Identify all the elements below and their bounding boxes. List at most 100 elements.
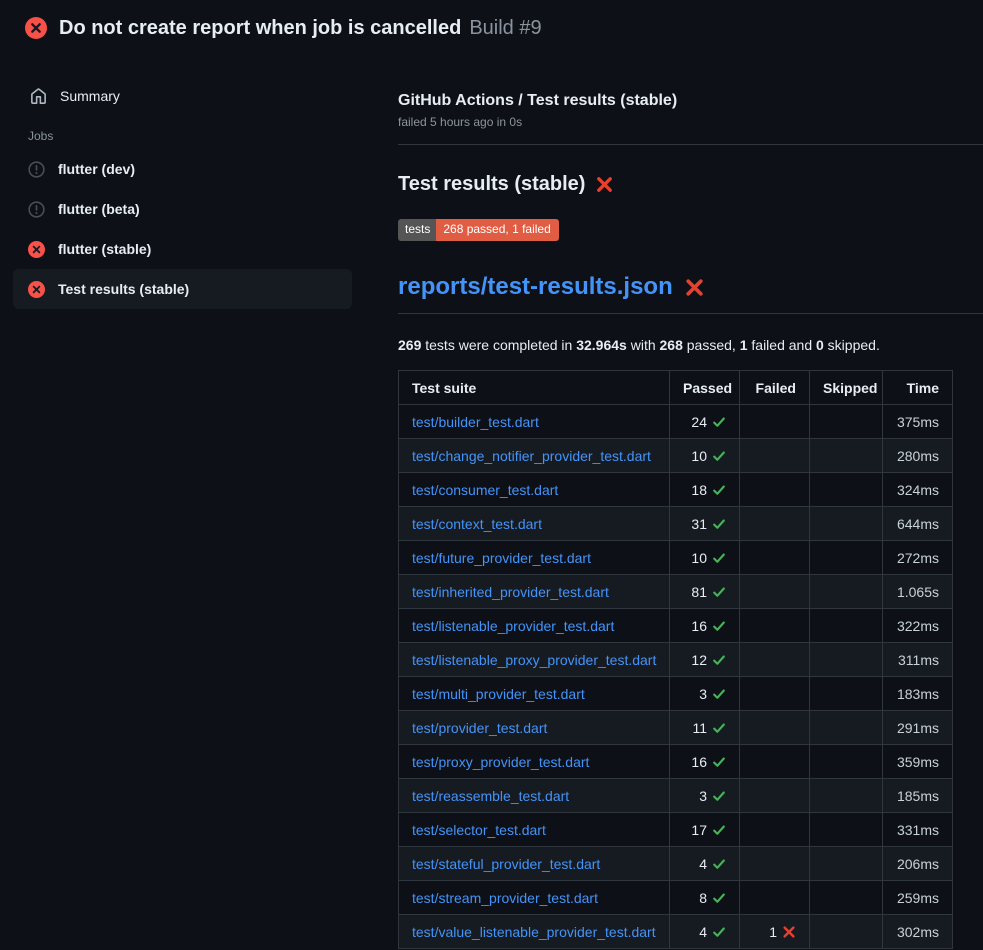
report-file-link[interactable]: reports/test-results.json: [398, 273, 673, 301]
failed-cell: [740, 745, 810, 779]
skipped-cell: [810, 575, 883, 609]
sidebar-job-item[interactable]: flutter (beta): [13, 189, 352, 229]
suite-cell: test/listenable_provider_test.dart: [399, 609, 670, 643]
suite-link[interactable]: test/multi_provider_test.dart: [412, 686, 585, 702]
job-label: Test results (stable): [58, 281, 189, 297]
skipped-cell: [810, 609, 883, 643]
time-cell: 324ms: [883, 473, 953, 507]
suite-link[interactable]: test/change_notifier_provider_test.dart: [412, 448, 651, 464]
suite-link[interactable]: test/future_provider_test.dart: [412, 550, 591, 566]
time-cell: 280ms: [883, 439, 953, 473]
suite-link[interactable]: test/context_test.dart: [412, 516, 542, 532]
job-label: flutter (dev): [58, 161, 135, 177]
table-row: test/inherited_provider_test.dart 81 1.065…: [399, 575, 953, 609]
passed-count: 31: [691, 516, 707, 532]
passed-count: 3: [699, 788, 707, 804]
skipped-cell: [810, 847, 883, 881]
check-run-header: Do not create report when job is cancell…: [0, 0, 983, 56]
check-icon: [707, 414, 726, 430]
suite-link[interactable]: test/stream_provider_test.dart: [412, 890, 598, 906]
passed-cell: 3: [670, 779, 740, 813]
suite-cell: test/provider_test.dart: [399, 711, 670, 745]
jobs-section-label: Jobs: [28, 129, 380, 143]
suite-link[interactable]: test/stateful_provider_test.dart: [412, 856, 600, 872]
column-header-time: Time: [883, 371, 953, 405]
check-icon: [707, 686, 726, 702]
sidebar-item-summary[interactable]: Summary: [13, 80, 352, 111]
cross-mark-icon: [684, 277, 705, 298]
skipped-cell: [810, 677, 883, 711]
passed-cell: 16: [670, 745, 740, 779]
suite-link[interactable]: test/listenable_provider_test.dart: [412, 618, 614, 634]
time-cell: 359ms: [883, 745, 953, 779]
table-row: test/stream_provider_test.dart 8 259ms: [399, 881, 953, 915]
table-row: test/proxy_provider_test.dart 16 359ms: [399, 745, 953, 779]
time-cell: 291ms: [883, 711, 953, 745]
failed-cell: [740, 507, 810, 541]
passed-count: 10: [691, 550, 707, 566]
check-icon: [707, 720, 726, 736]
column-header-skipped: Skipped: [810, 371, 883, 405]
check-icon: [707, 890, 726, 906]
x-circle-fill-icon: [25, 17, 47, 39]
passed-cell: 8: [670, 881, 740, 915]
suite-link[interactable]: test/selector_test.dart: [412, 822, 546, 838]
passed-cell: 4: [670, 915, 740, 949]
passed-count: 10: [691, 448, 707, 464]
suite-link[interactable]: test/builder_test.dart: [412, 414, 539, 430]
table-row: test/future_provider_test.dart10272ms: [399, 541, 953, 575]
skipped-cell: [810, 881, 883, 915]
breadcrumb: GitHub Actions / Test results (stable): [398, 92, 983, 110]
time-cell: 311ms: [883, 643, 953, 677]
check-icon: [707, 550, 726, 566]
suite-cell: test/reassemble_test.dart: [399, 779, 670, 813]
header-divider: [398, 144, 983, 145]
passed-cell: 81: [670, 575, 740, 609]
table-row: test/change_notifier_provider_test.dart 1…: [399, 439, 953, 473]
passed-count: 11: [692, 720, 707, 736]
passed-count: 4: [699, 856, 707, 872]
time-cell: 185ms: [883, 779, 953, 813]
sidebar-job-item[interactable]: flutter (stable): [13, 229, 352, 269]
failed-cell: 1: [740, 915, 810, 949]
job-label: flutter (beta): [58, 201, 140, 217]
main-content: GitHub Actions / Test results (stable) f…: [398, 56, 983, 949]
suite-cell: test/builder_test.dart: [399, 405, 670, 439]
sidebar-job-item[interactable]: flutter (dev): [13, 149, 352, 189]
suite-link[interactable]: test/provider_test.dart: [412, 720, 547, 736]
check-icon: [707, 584, 726, 600]
suite-link[interactable]: test/consumer_test.dart: [412, 482, 558, 498]
failed-cell: [740, 575, 810, 609]
time-cell: 1.065s: [883, 575, 953, 609]
skipped-cell: [810, 643, 883, 677]
failed-cell: [740, 609, 810, 643]
time-cell: 322ms: [883, 609, 953, 643]
skipped-cell: [810, 711, 883, 745]
check-icon: [707, 822, 726, 838]
passed-count: 4: [699, 924, 707, 940]
suite-link[interactable]: test/value_listenable_provider_test.dart: [412, 924, 656, 940]
sidebar-job-item[interactable]: Test results (stable): [13, 269, 352, 309]
skipped-cell: [810, 779, 883, 813]
failed-cell: [740, 677, 810, 711]
skipped-cell: [810, 813, 883, 847]
suite-link[interactable]: test/listenable_proxy_provider_test.dart: [412, 652, 656, 668]
passed-cell: 16: [670, 609, 740, 643]
check-icon: [707, 618, 726, 634]
suite-link[interactable]: test/proxy_provider_test.dart: [412, 754, 589, 770]
alert-circle-icon: [28, 201, 45, 218]
sidebar-summary-label: Summary: [60, 88, 120, 104]
suite-link[interactable]: test/inherited_provider_test.dart: [412, 584, 609, 600]
time-cell: 259ms: [883, 881, 953, 915]
test-results-table: Test suite Passed Failed Skipped Time te…: [398, 370, 953, 949]
skipped-cell: [810, 745, 883, 779]
results-summary: 269 tests were completed in 32.964s with…: [398, 337, 983, 353]
failed-cell: [740, 439, 810, 473]
check-icon: [707, 652, 726, 668]
table-row: test/selector_test.dart17331ms: [399, 813, 953, 847]
suite-cell: test/change_notifier_provider_test.dart: [399, 439, 670, 473]
x-circle-fill-icon: [28, 281, 45, 298]
table-row: test/consumer_test.dart18324ms: [399, 473, 953, 507]
suite-link[interactable]: test/reassemble_test.dart: [412, 788, 569, 804]
failed-cell: [740, 813, 810, 847]
